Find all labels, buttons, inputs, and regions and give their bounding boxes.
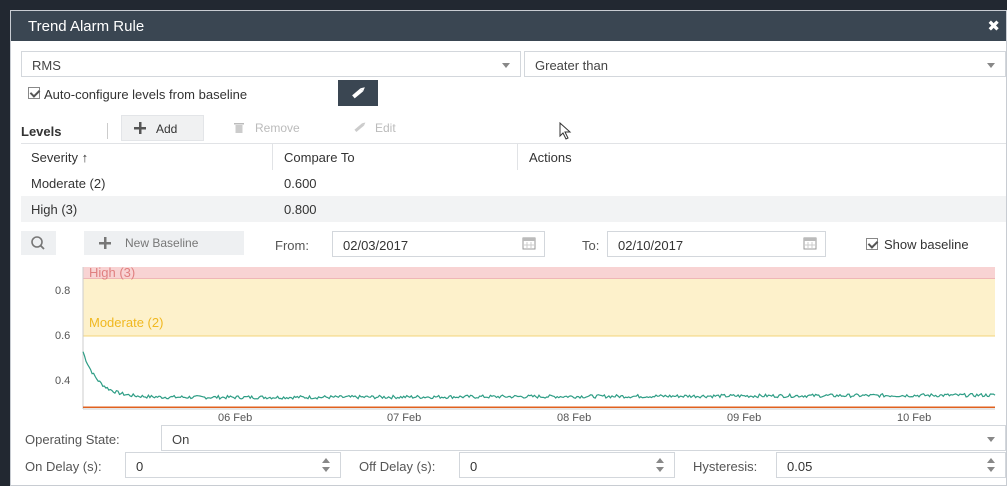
table-header-row: Severity ↑ Compare To Actions bbox=[21, 143, 1006, 171]
show-baseline-label: Show baseline bbox=[884, 237, 969, 252]
column-divider bbox=[272, 144, 273, 170]
stepper-icon[interactable] bbox=[322, 458, 330, 472]
chevron-down-icon bbox=[502, 63, 510, 68]
edit-baseline-button[interactable] bbox=[338, 80, 378, 106]
chevron-down-icon bbox=[987, 437, 995, 442]
from-date-value: 02/03/2017 bbox=[343, 238, 409, 253]
auto-configure-label: Auto-configure levels from baseline bbox=[44, 87, 248, 102]
table-row[interactable]: Moderate (2) 0.600 bbox=[21, 170, 1006, 196]
new-baseline-button[interactable]: New Baseline bbox=[84, 231, 244, 255]
trash-icon bbox=[233, 121, 245, 136]
severity-cell: High (3) bbox=[31, 202, 78, 217]
checkbox-checked-icon bbox=[866, 238, 878, 250]
to-date-value: 02/10/2017 bbox=[618, 238, 684, 253]
high-band-label: High (3) bbox=[89, 267, 135, 280]
operating-state-select[interactable]: On bbox=[161, 425, 1006, 451]
table-row[interactable]: High (3) 0.800 bbox=[21, 196, 1006, 222]
plus-icon bbox=[134, 122, 146, 137]
hysteresis-label: Hysteresis: bbox=[693, 459, 758, 474]
from-date-input[interactable]: 02/03/2017 bbox=[332, 231, 545, 257]
calendar-icon[interactable] bbox=[522, 236, 536, 253]
pencil-icon bbox=[353, 121, 367, 136]
metric-select[interactable]: RMS bbox=[21, 51, 521, 77]
on-delay-value: 0 bbox=[136, 459, 144, 474]
hysteresis-value: 0.05 bbox=[787, 459, 813, 474]
to-label: To: bbox=[582, 238, 600, 253]
stepper-icon[interactable] bbox=[987, 458, 995, 472]
remove-level-label: Remove bbox=[255, 121, 300, 135]
toolbar-divider bbox=[107, 123, 108, 139]
close-icon[interactable]: ✖ bbox=[987, 17, 1000, 35]
hysteresis-input[interactable]: 0.05 bbox=[776, 452, 1006, 478]
on-delay-label: On Delay (s): bbox=[25, 459, 102, 474]
column-header-severity[interactable]: Severity ↑ bbox=[31, 150, 88, 165]
column-header-actions: Actions bbox=[529, 150, 572, 165]
dialog-titlebar: Trend Alarm Rule ✖ bbox=[11, 11, 1006, 41]
edit-level-label: Edit bbox=[375, 121, 396, 135]
plus-icon bbox=[99, 237, 111, 252]
comparison-select-value: Greater than bbox=[535, 58, 608, 73]
compare-to-cell: 0.800 bbox=[284, 202, 317, 217]
new-baseline-label: New Baseline bbox=[125, 236, 199, 250]
zoom-button[interactable] bbox=[21, 231, 56, 255]
show-baseline-checkbox[interactable]: Show baseline bbox=[866, 237, 969, 253]
checkbox-checked-icon bbox=[28, 87, 40, 99]
metric-select-value: RMS bbox=[32, 58, 61, 73]
x-tick-label: 10 Feb bbox=[897, 412, 931, 424]
trend-alarm-rule-dialog: Trend Alarm Rule ✖ RMS Greater than Auto… bbox=[10, 10, 1007, 486]
x-tick-label: 07 Feb bbox=[387, 412, 421, 424]
remove-level-button[interactable]: Remove bbox=[221, 115, 321, 141]
dialog-title: Trend Alarm Rule bbox=[28, 18, 145, 35]
from-label: From: bbox=[275, 238, 309, 253]
on-delay-input[interactable]: 0 bbox=[125, 452, 341, 478]
off-delay-value: 0 bbox=[470, 459, 478, 474]
y-tick-label: 0.8 bbox=[55, 285, 70, 297]
operating-state-value: On bbox=[172, 432, 190, 447]
mouse-cursor-icon bbox=[559, 121, 573, 143]
levels-title: Levels bbox=[21, 124, 62, 139]
magnifier-icon bbox=[31, 236, 45, 250]
y-tick-label: 0.6 bbox=[55, 330, 70, 342]
off-delay-label: Off Delay (s): bbox=[359, 459, 436, 474]
operating-state-label: Operating State: bbox=[25, 432, 120, 447]
edit-level-button[interactable]: Edit bbox=[341, 115, 431, 141]
comparison-select[interactable]: Greater than bbox=[524, 51, 1006, 77]
trend-chart: High (3) Moderate (2) 0.8 0.6 0.4 06 Feb… bbox=[55, 267, 996, 424]
compare-to-cell: 0.600 bbox=[284, 176, 317, 191]
column-divider bbox=[517, 144, 518, 170]
chevron-down-icon bbox=[987, 63, 995, 68]
to-date-input[interactable]: 02/10/2017 bbox=[607, 231, 826, 257]
moderate-band bbox=[83, 279, 995, 336]
add-level-label: Add bbox=[156, 122, 178, 136]
pencil-icon bbox=[352, 87, 365, 99]
x-tick-label: 08 Feb bbox=[557, 412, 591, 424]
add-level-button[interactable]: Add bbox=[121, 115, 204, 141]
auto-configure-checkbox[interactable]: Auto-configure levels from baseline bbox=[28, 87, 247, 102]
y-tick-label: 0.4 bbox=[55, 375, 70, 387]
column-header-compare-to[interactable]: Compare To bbox=[284, 150, 355, 165]
severity-cell: Moderate (2) bbox=[31, 176, 106, 191]
off-delay-input[interactable]: 0 bbox=[459, 452, 675, 478]
moderate-band-label: Moderate (2) bbox=[89, 315, 163, 330]
high-band bbox=[83, 267, 995, 279]
x-tick-label: 09 Feb bbox=[727, 412, 761, 424]
stepper-icon[interactable] bbox=[656, 458, 664, 472]
rms-series-line bbox=[82, 351, 996, 400]
calendar-icon[interactable] bbox=[803, 236, 817, 253]
x-tick-label: 06 Feb bbox=[218, 412, 252, 424]
